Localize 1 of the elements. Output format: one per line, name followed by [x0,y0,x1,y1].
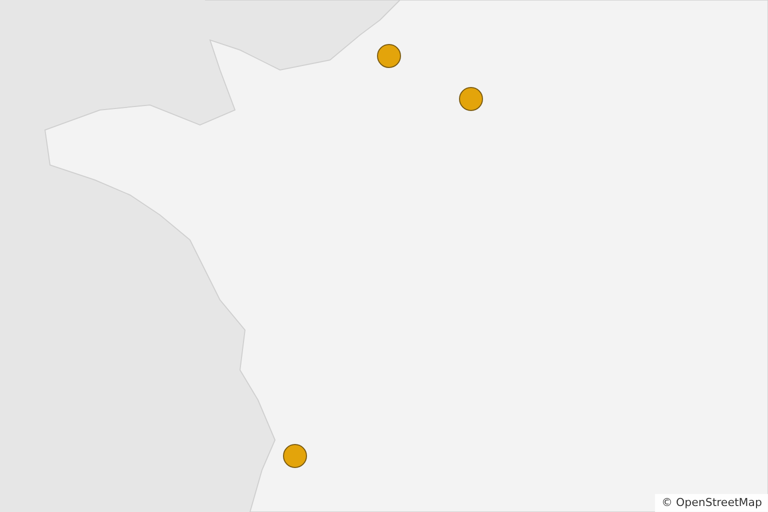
map-attribution: © OpenStreetMap [655,494,768,512]
